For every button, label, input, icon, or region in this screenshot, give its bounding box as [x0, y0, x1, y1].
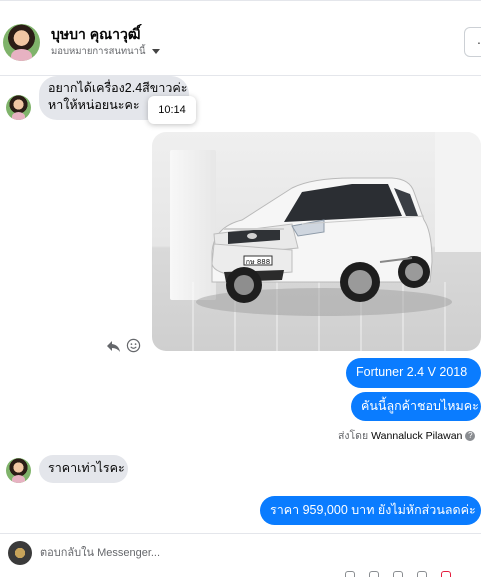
timestamp-tooltip: 10:14 — [148, 96, 196, 124]
contact-avatar[interactable] — [3, 24, 40, 61]
attachment-icon[interactable] — [369, 571, 379, 577]
page-avatar — [8, 541, 32, 565]
sender-name: Wannaluck Pilawan — [371, 429, 463, 442]
outgoing-message[interactable]: ราคา 959,000 บาท ยังไม่หักส่วนลดค่ะ — [260, 496, 481, 525]
chevron-down-icon — [151, 49, 160, 54]
contact-avatar-small — [6, 95, 31, 120]
conversation-header: บุษบา คุณาวุฒิ์ มอบหมายการสนทนานี้ · — [0, 8, 481, 76]
gif-icon[interactable] — [417, 571, 427, 577]
smiley-icon[interactable] — [126, 338, 141, 353]
contact-avatar-small — [6, 458, 31, 483]
top-divider — [0, 0, 481, 1]
outgoing-message[interactable]: Fortuner 2.4 V 2018 — [346, 358, 481, 388]
reply-icon[interactable] — [106, 338, 122, 354]
license-plate: กษ 888 — [246, 258, 270, 266]
assign-conversation-dropdown[interactable]: มอบหมายการสนทนานี้ — [51, 44, 160, 59]
incoming-message[interactable]: ราคาเท่าไรคะ — [39, 455, 128, 483]
message-line: อยากได้เครื่อง2.4สีขาวค่ะ — [48, 81, 188, 95]
suv-illustration: กษ 888 — [196, 177, 452, 316]
image-icon[interactable] — [393, 571, 403, 577]
like-icon[interactable] — [441, 571, 451, 577]
sent-by-label: ส่งโดย Wannaluck Pilawan ? — [338, 427, 476, 444]
car-photo[interactable]: กษ 888 — [152, 132, 481, 351]
emoji-icon[interactable] — [345, 571, 355, 577]
info-icon[interactable]: ? — [465, 430, 476, 441]
assign-label: มอบหมายการสนทนานี้ — [51, 46, 146, 57]
reply-input[interactable] — [40, 542, 440, 564]
composer-toolbar — [345, 571, 481, 577]
contact-name[interactable]: บุษบา คุณาวุฒิ์ — [51, 24, 140, 46]
outgoing-message[interactable]: คันนี้ลูกค้าชอบไหมคะ — [351, 392, 481, 421]
sent-by-prefix: ส่งโดย — [338, 430, 369, 442]
more-options-button[interactable]: · — [464, 27, 481, 57]
